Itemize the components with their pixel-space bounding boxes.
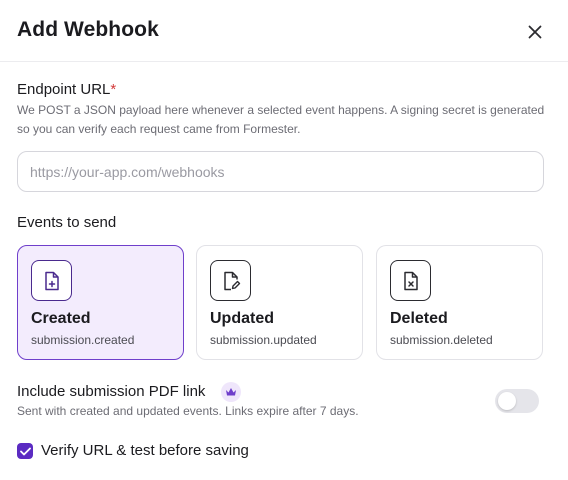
events-to-send-label: Events to send — [17, 214, 117, 231]
checkmark-icon — [19, 447, 31, 455]
event-card-created[interactable]: Created submission.created — [17, 245, 184, 360]
endpoint-url-input[interactable] — [17, 151, 544, 192]
pdf-link-toggle[interactable] — [495, 389, 539, 413]
close-icon — [528, 25, 542, 39]
file-plus-icon-svg — [44, 271, 59, 290]
pdf-link-label: Include submission PDF link — [17, 383, 206, 400]
toggle-knob — [498, 392, 516, 410]
file-plus-icon — [31, 260, 72, 301]
pdf-link-help: Sent with created and updated events. Li… — [17, 404, 359, 418]
file-edit-icon — [210, 260, 251, 301]
verify-url-label[interactable]: Verify URL & test before saving — [41, 442, 249, 459]
file-x-icon-svg — [403, 271, 418, 290]
file-x-icon — [390, 260, 431, 301]
event-card-updated[interactable]: Updated submission.updated — [196, 245, 363, 360]
event-card-deleted[interactable]: Deleted submission.deleted — [376, 245, 543, 360]
endpoint-url-help: We POST a JSON payload here whenever a s… — [17, 103, 545, 136]
required-mark: * — [110, 81, 117, 98]
modal-title: Add Webhook — [17, 18, 159, 41]
event-card-event-name: submission.created — [31, 333, 135, 347]
event-card-event-name: submission.deleted — [390, 333, 493, 347]
close-button[interactable] — [522, 19, 548, 45]
event-card-title: Created — [31, 310, 91, 327]
event-card-title: Updated — [210, 310, 274, 327]
endpoint-url-label: Endpoint URL* — [17, 81, 116, 98]
verify-url-checkbox[interactable] — [17, 443, 33, 459]
event-card-title: Deleted — [390, 310, 448, 327]
modal-header: Add Webhook — [0, 0, 568, 62]
crown-icon — [221, 382, 241, 402]
crown-icon-svg — [226, 388, 236, 396]
endpoint-url-label-text: Endpoint URL — [17, 81, 111, 98]
add-webhook-modal: Add Webhook Endpoint URL* We POST a JSON… — [0, 0, 568, 480]
event-card-event-name: submission.updated — [210, 333, 317, 347]
file-edit-icon-svg — [223, 271, 240, 290]
